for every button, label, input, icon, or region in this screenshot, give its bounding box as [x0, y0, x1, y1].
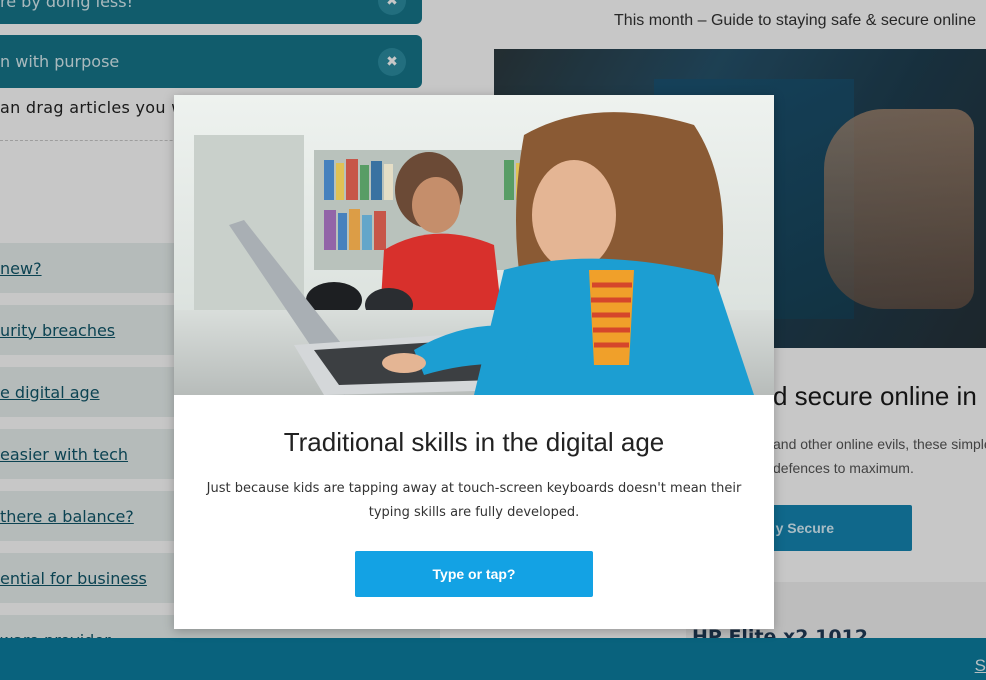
modal-title: Traditional skills in the digital age	[283, 427, 665, 457]
article-modal: Traditional skills in the digital age Ju…	[174, 95, 774, 629]
modal-photo	[174, 95, 774, 395]
modal-description: Just because kids are tapping away at to…	[206, 481, 742, 520]
type-or-tap-button[interactable]: Type or tap?	[355, 551, 593, 597]
classroom-photo	[174, 95, 774, 395]
